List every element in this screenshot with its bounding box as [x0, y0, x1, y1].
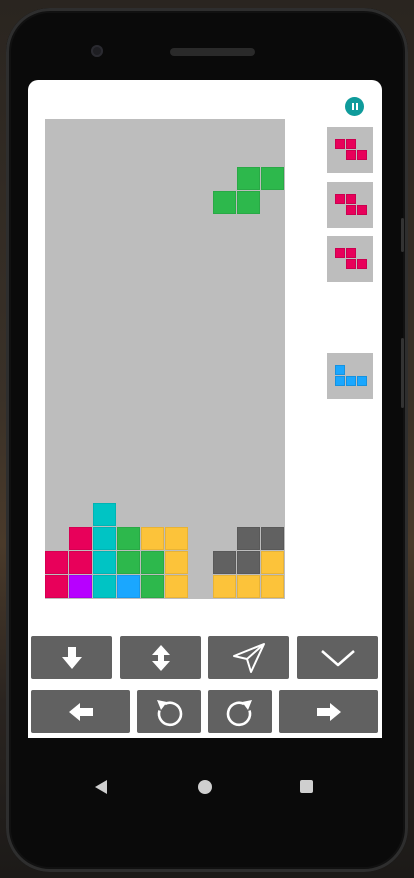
hard-drop-button[interactable]	[208, 636, 289, 679]
front-camera	[91, 45, 103, 57]
system-navigation-bar	[0, 738, 414, 838]
locked-block	[45, 575, 68, 598]
soft-drop-button[interactable]	[31, 636, 112, 679]
locked-block	[93, 551, 116, 574]
preview-block	[346, 194, 356, 204]
next-piece-3	[327, 236, 373, 282]
swap-hold-button[interactable]	[120, 636, 201, 679]
locked-block	[237, 575, 260, 598]
locked-block	[117, 527, 140, 550]
paper-plane-icon	[232, 642, 265, 673]
rotate-ccw-icon	[157, 699, 183, 726]
rotate-ccw-button[interactable]	[137, 690, 201, 733]
back-icon[interactable]	[95, 780, 107, 794]
preview-block	[346, 205, 356, 215]
move-right-button[interactable]	[279, 690, 378, 733]
locked-block	[141, 527, 164, 550]
locked-block	[93, 527, 116, 550]
chevron-down-icon	[320, 649, 355, 666]
preview-block	[357, 259, 367, 269]
locked-block	[261, 575, 284, 598]
rotate-cw-button[interactable]	[208, 690, 272, 733]
preview-block	[335, 194, 345, 204]
preview-block	[346, 376, 356, 386]
hold-piece[interactable]	[327, 353, 373, 399]
active-piece-block	[213, 191, 236, 214]
preview-block	[335, 139, 345, 149]
preview-block	[346, 259, 356, 269]
preview-block	[346, 248, 356, 258]
earpiece-speaker	[170, 48, 255, 56]
locked-block	[45, 551, 68, 574]
preview-block	[357, 150, 367, 160]
locked-block	[69, 551, 92, 574]
locked-block	[237, 527, 260, 550]
active-piece-block	[237, 191, 260, 214]
locked-block	[117, 551, 140, 574]
preview-block	[335, 365, 345, 375]
playfield	[45, 119, 285, 599]
locked-block	[213, 575, 236, 598]
locked-block	[261, 551, 284, 574]
pause-icon	[351, 103, 354, 110]
collapse-button[interactable]	[297, 636, 378, 679]
locked-block	[141, 575, 164, 598]
locked-block	[165, 551, 188, 574]
rotate-cw-icon	[226, 699, 252, 726]
active-piece-block	[261, 167, 284, 190]
locked-block	[213, 551, 236, 574]
locked-block	[237, 551, 260, 574]
game-screen	[28, 80, 382, 738]
preview-block	[346, 150, 356, 160]
locked-block	[117, 575, 140, 598]
locked-block	[141, 551, 164, 574]
preview-block	[357, 205, 367, 215]
preview-block	[335, 376, 345, 386]
preview-block	[335, 248, 345, 258]
home-icon[interactable]	[198, 780, 212, 794]
locked-block	[93, 575, 116, 598]
recent-apps-icon[interactable]	[300, 780, 313, 793]
arrow-down-icon	[61, 646, 82, 669]
volume-button	[401, 218, 404, 252]
locked-block	[261, 527, 284, 550]
power-button	[401, 338, 404, 408]
locked-block	[165, 575, 188, 598]
pause-icon-bar	[355, 103, 358, 110]
move-left-button[interactable]	[31, 690, 130, 733]
next-piece-1	[327, 127, 373, 173]
preview-block	[357, 376, 367, 386]
pause-button[interactable]	[345, 97, 364, 116]
next-piece-2	[327, 182, 373, 228]
arrow-up-down-icon	[151, 644, 170, 671]
locked-block	[69, 527, 92, 550]
active-piece-block	[237, 167, 260, 190]
locked-block	[165, 527, 188, 550]
locked-block	[93, 503, 116, 526]
locked-block	[69, 575, 92, 598]
arrow-left-icon	[68, 702, 93, 721]
arrow-right-icon	[316, 702, 341, 721]
preview-block	[346, 139, 356, 149]
